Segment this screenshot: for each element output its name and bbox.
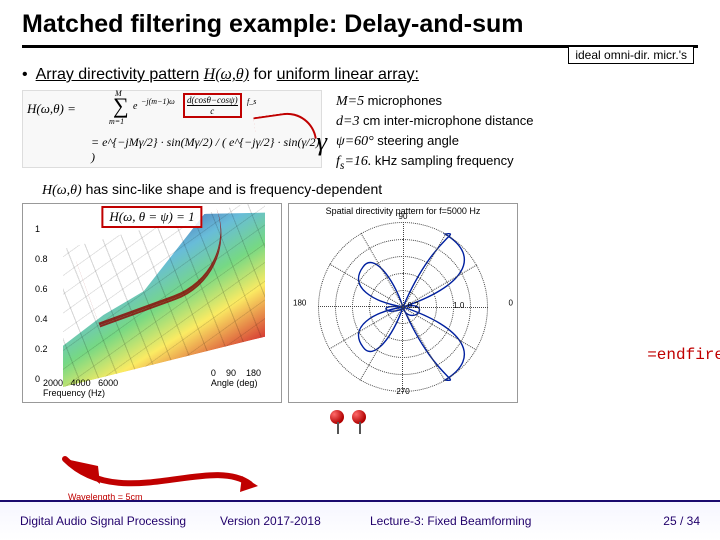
param-fs-val: =16.	[344, 154, 371, 169]
param-d-var: d	[336, 114, 343, 129]
polar-lbl-0: 0	[509, 299, 513, 308]
slide-footer: Digital Audio Signal Processing Version …	[0, 500, 720, 540]
param-psi-val: =60°	[345, 134, 374, 149]
param-psi-var: ψ	[336, 134, 345, 149]
angle-axis-label: Angle (deg)	[211, 378, 261, 388]
pushpin-icons	[330, 410, 368, 434]
slide: Matched filtering example: Delay-and-sum…	[0, 0, 720, 540]
xa-1: 90	[226, 368, 236, 378]
xf-0: 2000	[43, 378, 63, 388]
red-eq-box: H(ω, θ = ψ) = 1	[101, 206, 202, 228]
subline-b: has sinc-like shape and is frequency-dep…	[82, 181, 382, 197]
xf-1: 4000	[71, 378, 91, 388]
ztick-0: 1	[35, 224, 48, 234]
chart-polar: Spatial directivity pattern for f=5000 H…	[288, 203, 518, 403]
formula-exp-frac: d(cosθ−cosψ) c	[183, 93, 242, 118]
formula-and-params: H(ω,θ) = ∑ M m=1 e −j(m−1)ω d(cosθ−cosψ)…	[22, 90, 698, 173]
pline-270	[403, 222, 404, 307]
bullet-prefix: Array directivity pattern	[36, 66, 200, 83]
z-ticks: 1 0.8 0.6 0.4 0.2 0	[35, 224, 48, 384]
pushpin-icon	[352, 410, 368, 434]
ztick-1: 0.8	[35, 254, 48, 264]
polar-r-02: 0.2	[408, 301, 419, 310]
footer-page: 25 / 34	[640, 514, 700, 528]
polar-r-10: 1.0	[453, 301, 464, 310]
bullet-text: Array directivity pattern H(ω,θ) for uni…	[36, 66, 419, 84]
param-fs: fs=16. kHz sampling frequency	[336, 152, 698, 174]
param-M-val: =5	[348, 94, 364, 109]
freq-axis-label: Frequency (Hz)	[43, 388, 118, 398]
chart-3d-surface: H(ω, θ = ψ) = 1 1 0.8 0.6 0.4 0.2 0 2000…	[22, 203, 282, 403]
footer-left: Digital Audio Signal Processing	[20, 514, 220, 528]
param-M: M=5 microphones	[336, 92, 698, 112]
param-psi-desc: steering angle	[377, 133, 459, 148]
formula-exp-base: e	[133, 101, 137, 112]
endfire-label: =endfire	[647, 346, 720, 364]
polar-lbl-90: 90	[399, 212, 408, 221]
freq-axis: 2000 4000 6000 Frequency (Hz)	[43, 378, 118, 398]
content-area: • Array directivity pattern H(ω,θ) for u…	[0, 48, 720, 403]
bullet-suffix: uniform linear array:	[277, 66, 419, 83]
polar-lbl-270: 270	[396, 387, 409, 396]
ztick-4: 0.2	[35, 344, 48, 354]
param-list: M=5 microphones d=3 cm inter-microphone …	[336, 90, 698, 173]
param-psi: ψ=60° steering angle	[336, 132, 698, 152]
xa-0: 0	[211, 368, 216, 378]
sum-bot: m=1	[109, 117, 124, 126]
ztick-3: 0.4	[35, 314, 48, 324]
bullet-dot-icon: •	[22, 67, 28, 83]
subline-a: H(ω,θ)	[42, 183, 82, 198]
sum-top: M	[115, 89, 122, 98]
footer-lecture: Lecture-3: Fixed Beamforming	[370, 514, 640, 528]
pushpin-icon	[330, 410, 346, 434]
bullet-mid: for	[254, 66, 273, 83]
footer-version: Version 2017-2018	[220, 514, 370, 528]
angle-axis: 0 90 180 Angle (deg)	[211, 368, 261, 388]
xa-2: 180	[246, 368, 261, 378]
param-d-val: =3	[343, 114, 359, 129]
bullet-directivity: • Array directivity pattern H(ω,θ) for u…	[22, 66, 698, 84]
frac-num: d(cosθ−cosψ)	[187, 95, 238, 105]
formula-lhs: H(ω,θ) =	[27, 101, 76, 117]
omni-note-box: ideal omni-dir. micr.'s	[568, 46, 694, 64]
subline-sinc: H(ω,θ) has sinc-like shape and is freque…	[42, 181, 698, 199]
polar-lbl-180: 180	[293, 299, 306, 308]
pline-90	[402, 307, 403, 392]
formula-fs: f_s	[247, 97, 256, 106]
frac-den: c	[187, 105, 238, 116]
formula-exp-sup-left: −j(m−1)ω	[141, 97, 175, 106]
param-d: d=3 cm inter-microphone distance	[336, 112, 698, 132]
param-M-var: M	[336, 94, 348, 109]
slide-title: Matched filtering example: Delay-and-sum	[0, 0, 720, 43]
formula-box: H(ω,θ) = ∑ M m=1 e −j(m−1)ω d(cosθ−cosψ)…	[22, 90, 322, 168]
param-fs-desc: kHz sampling frequency	[375, 153, 514, 168]
param-d-desc: cm inter-microphone distance	[363, 113, 534, 128]
ztick-2: 0.6	[35, 284, 48, 294]
charts-row: H(ω, θ = ψ) = 1 1 0.8 0.6 0.4 0.2 0 2000…	[22, 203, 698, 403]
xf-2: 6000	[98, 378, 118, 388]
param-M-desc: microphones	[368, 93, 442, 108]
gamma-symbol: γ	[317, 127, 327, 157]
bullet-func: H(ω,θ)	[204, 66, 249, 83]
